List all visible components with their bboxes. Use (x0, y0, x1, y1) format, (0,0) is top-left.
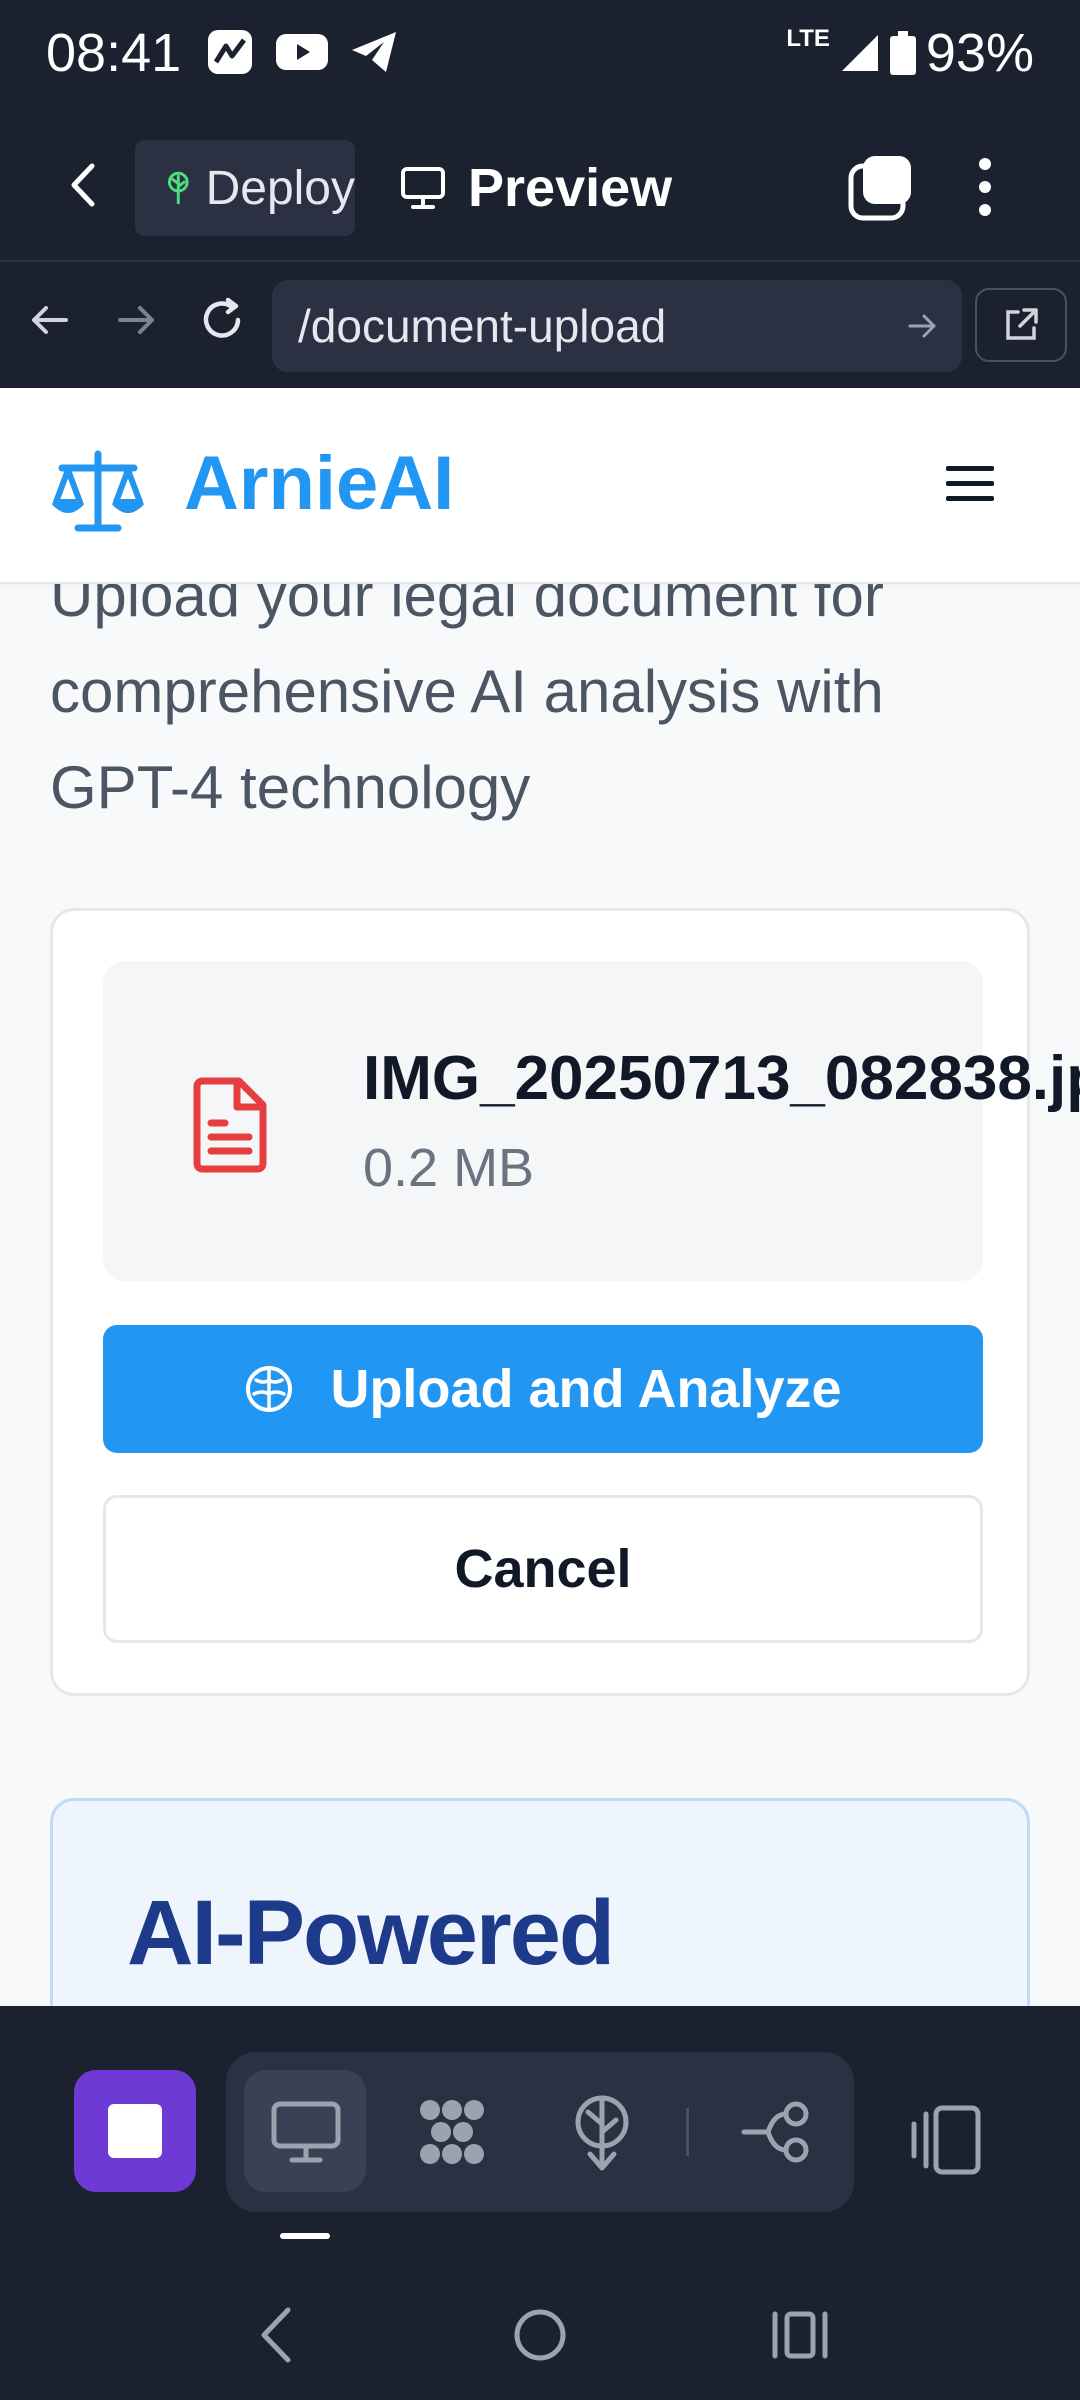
site-header: ArnieAI (0, 388, 1080, 584)
network-type: LTE (786, 25, 830, 52)
selected-file: IMG_20250713_082838.jpg 0.2 MB (103, 961, 1080, 1281)
replit-bottom-toolbar (0, 2006, 1080, 2216)
tab-preview[interactable]: Preview (400, 140, 672, 236)
arrow-right-icon[interactable] (108, 292, 164, 348)
monitor-icon (401, 167, 445, 209)
nav-recents-icon[interactable] (765, 2300, 835, 2370)
active-tab-indicator (280, 2233, 330, 2239)
file-text-icon (193, 1077, 267, 1173)
battery-icon (889, 31, 916, 75)
upload-card: IMG_20250713_082838.jpg 0.2 MB Upload an… (50, 908, 1080, 1696)
feature-card: AI-Powered (50, 1798, 1030, 2006)
brand-name[interactable]: ArnieAI (184, 440, 454, 527)
upload-analyze-button[interactable]: Upload and Analyze (103, 1325, 983, 1453)
stop-icon (108, 2104, 162, 2158)
replit-top-bar: Deploy Preview (0, 110, 1080, 260)
tab-deploy[interactable]: Deploy (135, 140, 355, 236)
file-name: IMG_20250713_082838.jpg (363, 1044, 1080, 1113)
web-page: ArnieAI Upload your legal document for c… (0, 388, 1080, 2006)
deploy-tree-icon (167, 171, 189, 205)
split-view-icon[interactable] (906, 2100, 986, 2180)
tab-deploy-label: Deploy (205, 161, 355, 215)
signal-icon (841, 35, 878, 71)
nav-back-icon[interactable] (244, 2300, 314, 2370)
cancel-label: Cancel (454, 1539, 632, 1599)
agent-icon[interactable] (412, 2092, 492, 2172)
url-bar: /document-upload (0, 260, 1080, 388)
more-vertical-icon[interactable] (960, 152, 1010, 222)
file-size: 0.2 MB (363, 1138, 535, 1198)
activity-icon (208, 30, 252, 74)
feature-title: AI-Powered (127, 1882, 615, 1984)
url-text: /document-upload (298, 300, 667, 352)
hamburger-menu-icon[interactable] (946, 466, 994, 506)
monitor-icon[interactable] (266, 2092, 346, 2172)
reload-icon[interactable] (194, 292, 250, 348)
tabs-icon[interactable] (845, 152, 915, 222)
cancel-button[interactable]: Cancel (103, 1495, 983, 1643)
go-arrow-icon[interactable] (904, 308, 940, 344)
battery-percent: 93% (925, 23, 1034, 83)
toolbar-divider (686, 2108, 689, 2156)
nav-home-icon[interactable] (505, 2300, 575, 2370)
url-input[interactable]: /document-upload (272, 280, 962, 372)
telegram-icon (352, 32, 396, 72)
android-navigation-bar (0, 2250, 1080, 2400)
intro-text: Upload your legal document for comprehen… (50, 562, 884, 821)
tool-group (226, 2052, 854, 2212)
external-link-icon (1006, 308, 1038, 340)
status-time: 08:41 (46, 23, 182, 83)
status-bar: 08:41 LTE 93% (0, 0, 1080, 110)
arrow-left-icon[interactable] (22, 292, 78, 348)
scale-balance-icon (51, 450, 145, 532)
open-external-button[interactable] (975, 288, 1067, 362)
stop-button[interactable] (74, 2070, 196, 2192)
tab-preview-label: Preview (468, 158, 673, 218)
brain-icon (246, 1366, 293, 1412)
notification-icons (206, 28, 398, 76)
back-chevron-icon[interactable] (60, 160, 110, 210)
deployments-icon[interactable] (562, 2092, 642, 2172)
git-branch-icon[interactable] (738, 2092, 818, 2172)
youtube-icon (276, 34, 328, 70)
upload-analyze-label: Upload and Analyze (330, 1359, 842, 1419)
